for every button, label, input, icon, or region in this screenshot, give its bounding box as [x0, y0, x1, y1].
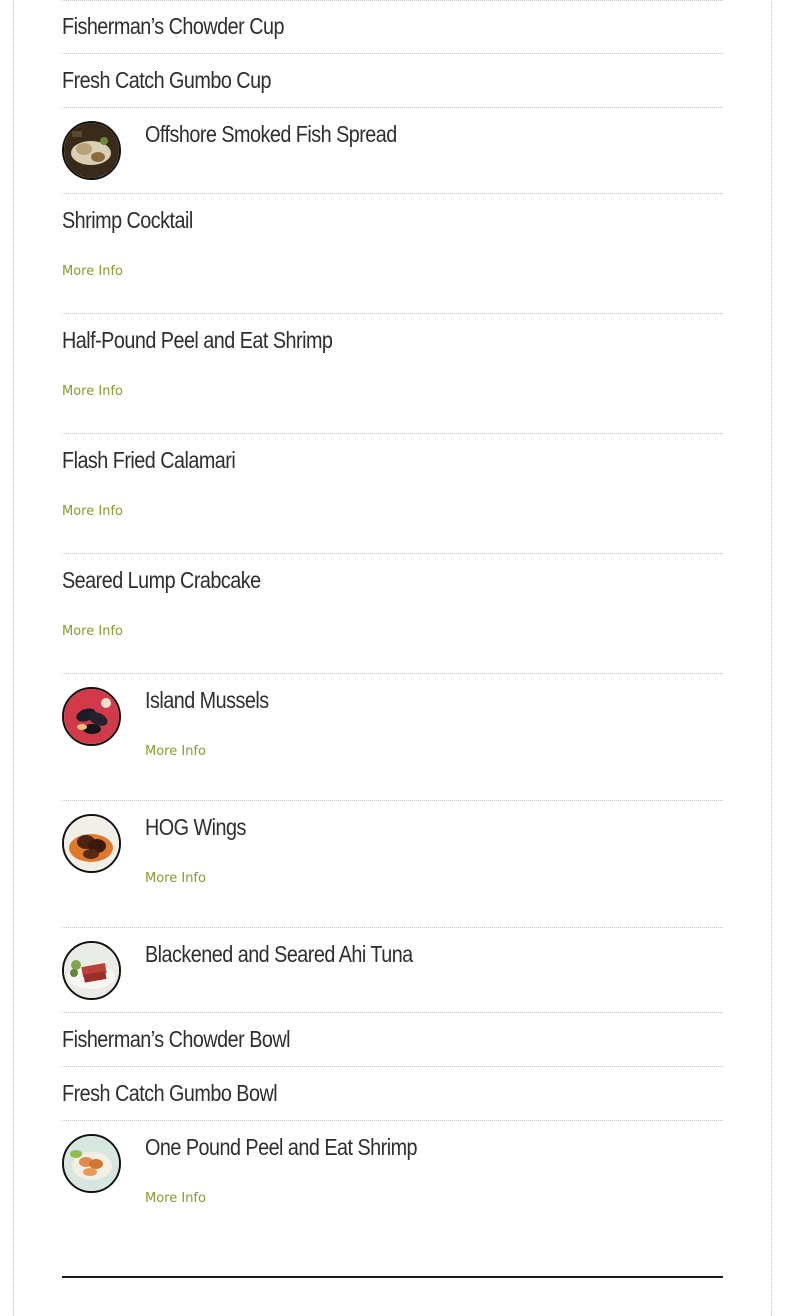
menu-item-title: HOG Wings: [145, 814, 246, 840]
peel-eat-shrimp-photo[interactable]: [62, 1134, 121, 1193]
more-info-link[interactable]: More Info: [62, 385, 123, 398]
menu-item-title: One Pound Peel and Eat Shrimp: [145, 1134, 418, 1160]
menu-item: HOG Wings More Info: [62, 800, 723, 927]
more-info-link[interactable]: More Info: [145, 745, 206, 758]
menu-item-title: Half-Pound Peel and Eat Shrimp: [62, 327, 333, 353]
island-mussels-photo[interactable]: [62, 687, 121, 746]
menu-item: Flash Fried Calamari More Info: [62, 433, 723, 554]
menu-item-title: Island Mussels: [145, 687, 269, 713]
smoked-fish-spread-photo[interactable]: [62, 121, 121, 180]
menu-item-title: Blackened and Seared Ahi Tuna: [145, 941, 413, 967]
menu-item-title: Shrimp Cocktail: [62, 207, 193, 233]
more-info-link[interactable]: More Info: [62, 505, 123, 518]
menu-item: Half-Pound Peel and Eat Shrimp More Info: [62, 313, 723, 434]
menu-item: Fresh Catch Gumbo Bowl: [62, 1066, 723, 1121]
menu-item-title: Fresh Catch Gumbo Cup: [62, 67, 272, 93]
menu-item: Fisherman’s Chowder Bowl: [62, 1012, 723, 1067]
menu-item-title: Fresh Catch Gumbo Bowl: [62, 1080, 278, 1106]
menu-item: Seared Lump Crabcake More Info: [62, 553, 723, 674]
menu-item: Island Mussels More Info: [62, 673, 723, 800]
menu-item: Shrimp Cocktail More Info: [62, 193, 723, 314]
menu-item: Fisherman’s Chowder Cup: [62, 0, 723, 54]
hog-wings-photo[interactable]: [62, 814, 121, 873]
more-info-link[interactable]: More Info: [62, 265, 123, 278]
menu-item: Blackened and Seared Ahi Tuna: [62, 927, 723, 1013]
menu-item: One Pound Peel and Eat Shrimp More Info: [62, 1120, 723, 1260]
menu-item-title: Fisherman’s Chowder Cup: [62, 13, 284, 39]
menu-item-title: Offshore Smoked Fish Spread: [145, 121, 397, 147]
section-divider: [62, 1276, 723, 1278]
more-info-link[interactable]: More Info: [145, 1192, 206, 1205]
menu-item-title: Fisherman’s Chowder Bowl: [62, 1026, 291, 1052]
menu-item: Offshore Smoked Fish Spread: [62, 107, 723, 194]
more-info-link[interactable]: More Info: [62, 625, 123, 638]
menu-item-title: Flash Fried Calamari: [62, 447, 236, 473]
ahi-tuna-photo[interactable]: [62, 941, 121, 1000]
menu-item: Fresh Catch Gumbo Cup: [62, 53, 723, 108]
more-info-link[interactable]: More Info: [145, 872, 206, 885]
menu-item-title: Seared Lump Crabcake: [62, 567, 261, 593]
